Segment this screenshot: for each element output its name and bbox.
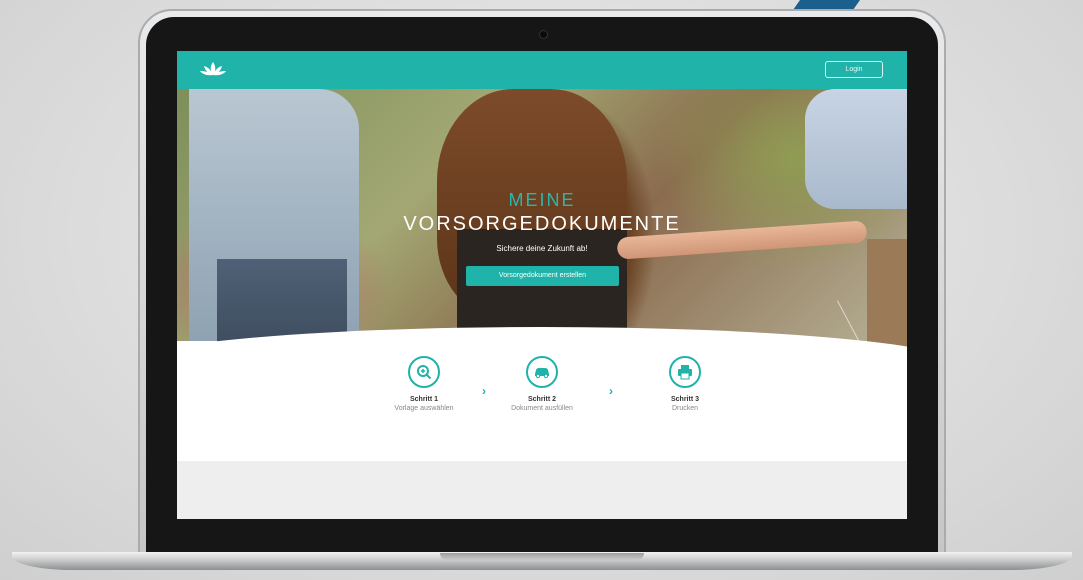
hero-title-line2: VORSORGEDOKUMENTE [403,213,681,235]
footer-band [177,461,907,519]
step-3[interactable]: Schritt 3 Drucken [625,356,745,412]
printer-icon [678,365,692,380]
chevron-right-icon: › [609,384,613,398]
step-2-circle [526,356,558,388]
step-2[interactable]: Schritt 2 Dokument ausfüllen [482,356,602,412]
magnifier-icon [417,365,432,380]
step-1-description: Vorlage auswählen [394,405,454,412]
create-document-button[interactable]: Vorsorgedokument erstellen [466,266,619,286]
lotus-icon[interactable] [199,60,227,80]
step-1-title: Schritt 1 [409,396,438,403]
hero-subtitle: Sichere deine Zukunft ab! [496,244,588,253]
login-button[interactable]: Login [825,61,883,78]
camera-icon [540,31,547,38]
step-2-description: Dokument ausfüllen [511,405,573,412]
step-3-description: Drucken [671,405,699,412]
hero-title-line1: MEINE [508,190,576,210]
step-2-title: Schritt 2 [527,396,556,403]
steps-section: Schritt 1 Vorlage auswählen › Schritt 2 … [177,356,907,436]
step-3-circle [669,356,701,388]
laptop-screen: Login MEINE VORSORGEDOKUMENTE Sichere de… [177,51,907,519]
top-navigation-bar: Login [177,51,907,89]
laptop-base-notch [440,553,644,560]
step-3-title: Schritt 3 [670,396,699,403]
step-1-circle [408,356,440,388]
hero-photo-pants [867,239,907,349]
step-1[interactable]: Schritt 1 Vorlage auswählen [364,356,484,412]
car-icon [535,368,549,379]
